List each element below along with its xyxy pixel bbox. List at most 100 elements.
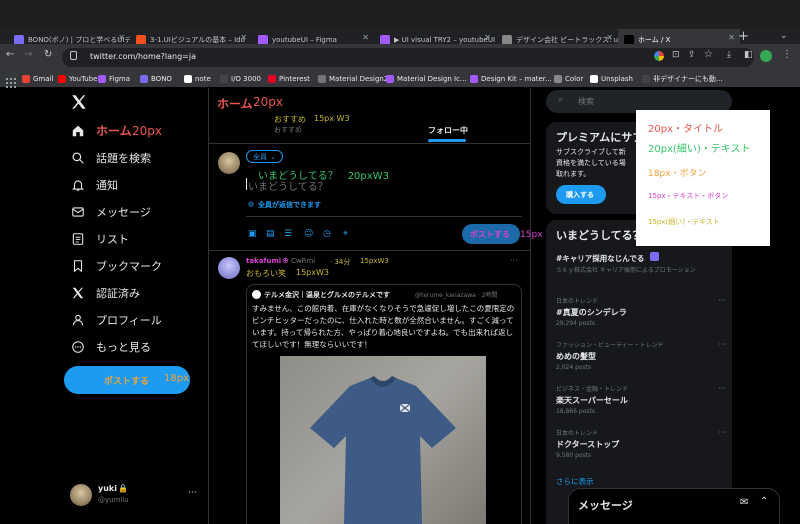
compose-input[interactable]: いまどうしてる？ [248, 178, 328, 193]
bookmark-favicon-icon [58, 75, 66, 83]
bookmark-item[interactable]: 非デザイナーにも動... [642, 73, 723, 85]
bookmark-item[interactable]: note [184, 73, 211, 85]
trend-item[interactable]: 日本のトレンド ドクターストップ 9,580 posts ··· [556, 428, 726, 459]
nav-item[interactable]: 通知 [70, 177, 118, 193]
nav-item[interactable]: プロフィール [70, 312, 162, 328]
audience-selector[interactable]: 全員 ⌄ [246, 150, 283, 163]
bookmark-label: Design Kit – mater... [481, 75, 552, 83]
schedule-icon[interactable]: ◷ [323, 229, 331, 239]
tweet-avatar[interactable] [218, 257, 240, 279]
nav-item-label: リスト [96, 233, 129, 246]
nav-item[interactable]: 認証済み [70, 285, 140, 301]
nav-item[interactable]: ホーム [70, 122, 132, 139]
poll-icon[interactable]: ☰ [284, 229, 292, 239]
browser-titlebar [0, 0, 800, 28]
trend-meta: ビジネス・金融・トレンド [556, 386, 629, 393]
bookmark-item[interactable]: Gmail [22, 73, 53, 85]
home-size-note: 20px [132, 124, 162, 138]
quoted-author-handle: @terume_kanazawa · 2時間 [415, 292, 498, 299]
tweet-more-icon[interactable]: ··· [510, 256, 518, 265]
tab-close-icon[interactable]: ✕ [118, 33, 125, 42]
profile-avatar[interactable] [760, 50, 772, 62]
reply-setting[interactable]: 全員が返信できます [258, 200, 321, 210]
tab-close-icon[interactable]: ✕ [728, 33, 735, 42]
premium-text-line-1: サブスクライブして新 [556, 148, 626, 156]
tab-close-icon[interactable]: ✕ [606, 33, 613, 42]
forward-icon[interactable]: → [24, 49, 32, 60]
nav-item-label: プロフィール [96, 314, 162, 327]
show-more-link[interactable]: さらに表示 [556, 476, 594, 487]
share-icon[interactable]: ⇪ [688, 50, 696, 60]
new-message-icon[interactable]: ✉ [740, 497, 748, 508]
trend-item[interactable]: 日本のトレンド #真夏のシンデレラ 29,294 posts ··· [556, 296, 726, 327]
bell-icon [70, 177, 86, 193]
bookmark-favicon-icon [220, 75, 228, 83]
side-panel-icon[interactable]: ◧ [744, 50, 753, 60]
page-title-size-note: 20px [253, 95, 283, 109]
quoted-photo[interactable] [280, 356, 486, 524]
back-icon[interactable]: ← [6, 49, 14, 60]
x-logo-icon[interactable] [70, 93, 88, 115]
bookmark-item[interactable]: Unsplash [590, 73, 633, 85]
bookmark-item[interactable]: YouTube [58, 73, 97, 85]
bookmark-item[interactable]: Pinterest [268, 73, 310, 85]
bookmark-favicon-icon [268, 75, 276, 83]
promo-hashtag[interactable]: #キャリア採用なじんでる [556, 253, 644, 264]
trend-item[interactable]: ビジネス・金融・トレンド 楽天スーパーセール 18,866 posts ··· [556, 384, 726, 415]
google-lens-icon[interactable] [654, 51, 664, 61]
tweet-name-size-note: 15pxW3 [360, 257, 389, 265]
account-more-icon[interactable]: ··· [188, 488, 197, 498]
trend-item[interactable]: ファッション・ビューティー・トレンド めめの髪型 2,024 posts ··· [556, 340, 726, 371]
bookmark-label: Unsplash [601, 75, 633, 83]
url-field[interactable]: twitter.com/home?lang=ja [62, 48, 754, 67]
bookmark-item[interactable]: Color [554, 73, 583, 85]
bookmark-item[interactable]: Design Kit – mater... [470, 73, 552, 85]
x-logo-icon [70, 285, 86, 301]
install-icon[interactable]: ⊡ [672, 50, 680, 60]
nav-item[interactable]: メッセージ [70, 204, 151, 220]
quoted-author-name: テルメ金沢｜温泉とグルメのテルメです [264, 291, 390, 299]
main-right-border [530, 88, 531, 524]
bookmark-item[interactable]: Material Design2 [318, 73, 388, 85]
media-icon[interactable]: ▣ [248, 229, 257, 239]
bookmark-star-icon[interactable]: ☆ [704, 49, 713, 60]
bookmark-item[interactable]: I/O 3000 [220, 73, 261, 85]
user-avatar[interactable] [70, 484, 92, 506]
tab-search-icon[interactable]: ⌄ [780, 31, 788, 41]
tab-recommended[interactable]: おすすめ [274, 114, 306, 125]
trend-more-icon[interactable]: ··· [718, 384, 726, 393]
trend-count: 2,024 posts [556, 364, 592, 371]
tab-following[interactable]: フォロー中 [428, 125, 468, 136]
download-icon[interactable]: ⤓ [727, 50, 731, 60]
bookmark-label: Material Design Ic... [397, 75, 467, 83]
bookmark-item[interactable]: BONO [140, 73, 172, 85]
location-icon[interactable]: ⌖ [343, 229, 348, 239]
reload-icon[interactable]: ↻ [44, 49, 52, 60]
site-info-icon[interactable] [70, 51, 77, 60]
nav-item[interactable]: ブックマーク [70, 258, 162, 274]
nav-item[interactable]: もっと見る [70, 339, 151, 355]
tab-title: ▶ UI visual TRY2 – youtubeUI [394, 36, 496, 44]
nav-item[interactable]: リスト [70, 231, 129, 247]
browser-menu-icon[interactable]: ⋮ [782, 49, 792, 60]
emoji-icon[interactable]: ☺ [304, 229, 313, 239]
search-input[interactable]: 検索 [578, 96, 594, 107]
trend-more-icon[interactable]: ··· [718, 340, 726, 349]
tab-title: youtubeUI – Figma [272, 36, 337, 44]
bookmark-item[interactable]: Figma [98, 73, 130, 85]
tab-close-icon[interactable]: ✕ [240, 33, 247, 42]
tweet-time[interactable]: · 34分 [330, 257, 350, 267]
apps-grid-icon[interactable] [6, 73, 16, 88]
tab-close-icon[interactable]: ✕ [484, 33, 491, 42]
expand-icon[interactable]: ⌃ [760, 496, 768, 507]
new-tab-icon[interactable]: + [738, 29, 749, 44]
audience-label: 全員 [253, 152, 267, 161]
tweet-author-name[interactable]: takafumi [246, 257, 281, 265]
nav-item[interactable]: 話題を検索 [70, 150, 151, 166]
trend-more-icon[interactable]: ··· [718, 428, 726, 437]
tab-close-icon[interactable]: ✕ [362, 33, 369, 42]
trend-more-icon[interactable]: ··· [718, 296, 726, 305]
gif-icon[interactable]: ▤ [266, 229, 275, 239]
bookmark-favicon-icon [386, 75, 394, 83]
bookmark-item[interactable]: Material Design Ic... [386, 73, 467, 85]
